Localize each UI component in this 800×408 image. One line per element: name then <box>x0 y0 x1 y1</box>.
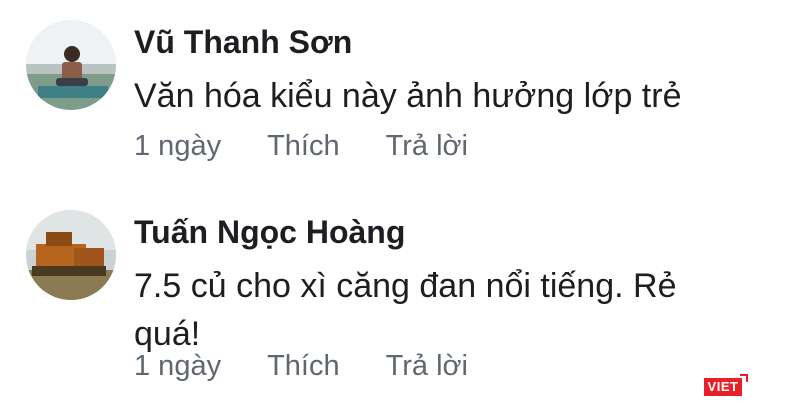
avatar[interactable] <box>26 210 116 300</box>
comment-actions: 1 ngày Thích Trả lời <box>134 128 468 164</box>
comment-author[interactable]: Vũ Thanh Sơn <box>134 22 352 62</box>
comment-text: Văn hóa kiểu này ảnh hưởng lớp trẻ <box>134 77 682 115</box>
avatar-photo <box>26 20 116 110</box>
comment-author[interactable]: Tuấn Ngọc Hoàng <box>134 212 405 252</box>
reply-button[interactable]: Trả lời <box>386 348 468 384</box>
comment-actions: 1 ngày Thích Trả lời <box>134 348 468 384</box>
avatar[interactable] <box>26 20 116 110</box>
watermark-text: VIET <box>704 378 742 396</box>
comment-text: 7.5 củ cho xì căng đan nổi tiếng. Rẻ quá… <box>134 267 677 353</box>
like-button[interactable]: Thích <box>267 128 340 164</box>
reply-button[interactable]: Trả lời <box>386 128 468 164</box>
watermark-corner-icon <box>740 374 748 382</box>
watermark-logo: VIET <box>704 374 748 396</box>
avatar-photo <box>26 210 116 300</box>
like-button[interactable]: Thích <box>267 348 340 384</box>
comment-timestamp: 1 ngày <box>134 130 222 162</box>
comment-timestamp: 1 ngày <box>134 350 222 382</box>
